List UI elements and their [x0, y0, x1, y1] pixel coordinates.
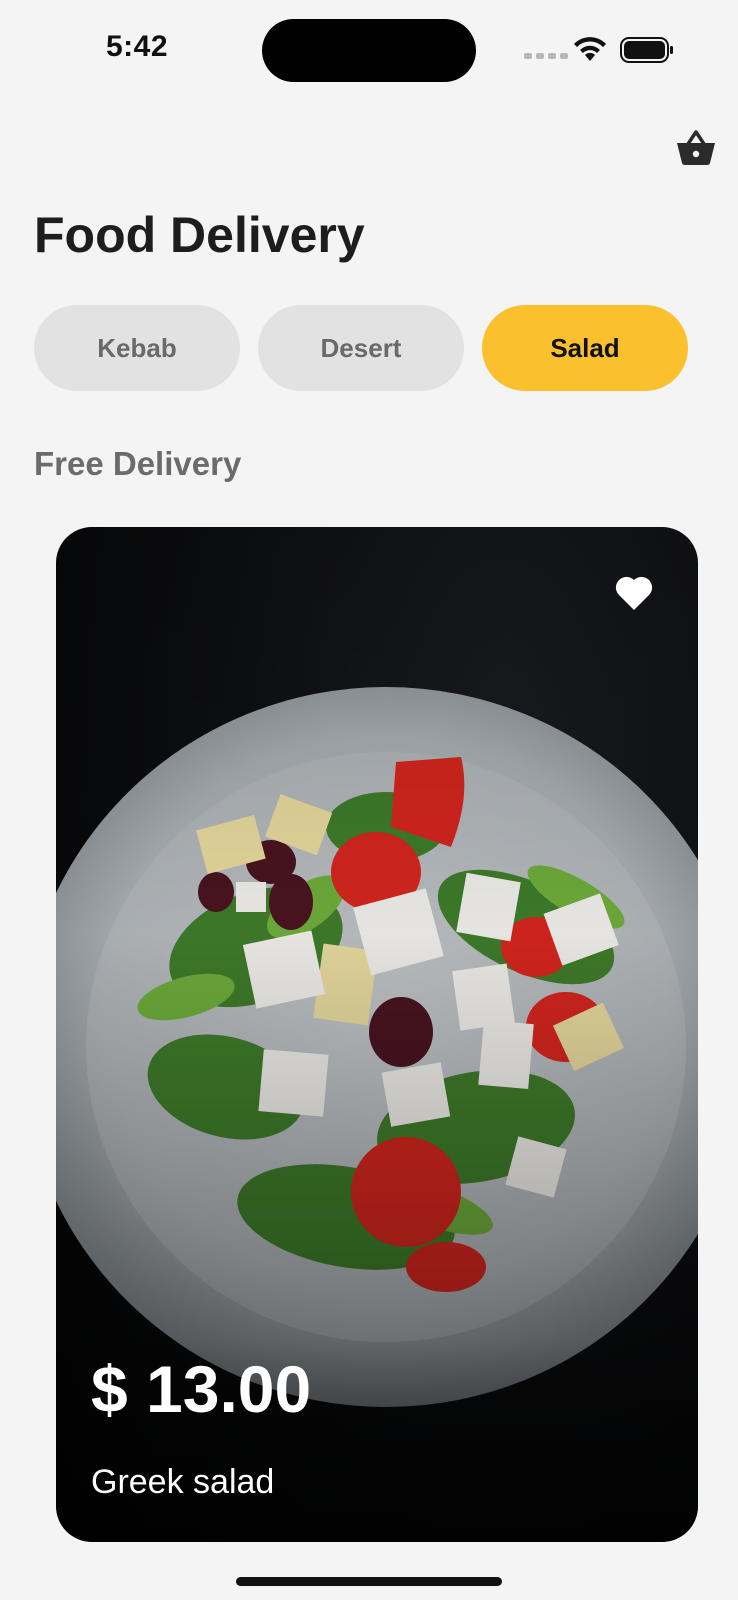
basket-icon[interactable] [676, 130, 716, 166]
wifi-icon [574, 37, 606, 61]
battery-icon [620, 37, 673, 63]
page-title: Food Delivery [34, 207, 365, 263]
section-title: Free Delivery [34, 445, 242, 482]
food-name: Greek salad [91, 1463, 275, 1501]
signal-icon [524, 53, 568, 59]
status-bar: 5:42 [0, 0, 738, 100]
food-card[interactable]: $ 13.00 Greek salad [56, 527, 698, 1542]
category-tabs: Kebab Desert Salad [34, 305, 688, 391]
tab-desert[interactable]: Desert [258, 305, 464, 391]
heart-icon[interactable] [614, 575, 654, 611]
tab-salad[interactable]: Salad [482, 305, 688, 391]
status-time: 5:42 [106, 30, 169, 63]
home-indicator[interactable] [236, 1577, 502, 1586]
dynamic-island [262, 19, 476, 82]
tab-kebab[interactable]: Kebab [34, 305, 240, 391]
food-price: $ 13.00 [91, 1352, 312, 1426]
